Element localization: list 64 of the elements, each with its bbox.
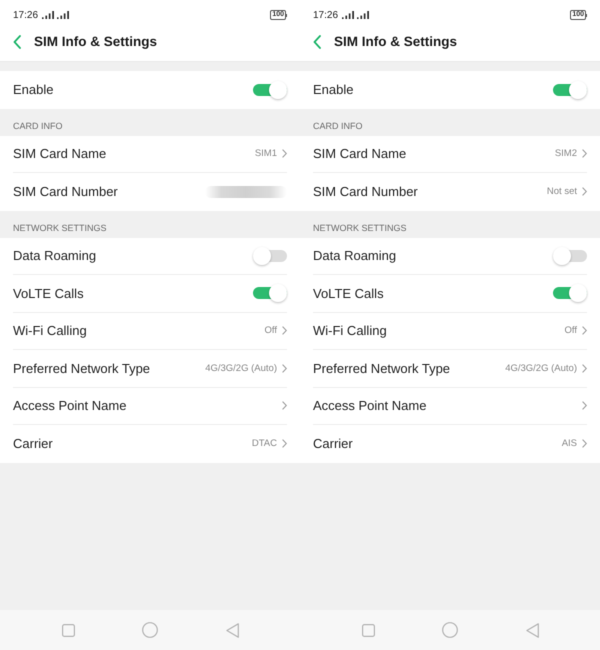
back-icon[interactable] xyxy=(313,34,321,48)
chevron-right-icon xyxy=(582,364,587,373)
screen-title: SIM Info & Settings xyxy=(334,34,457,49)
signal-icon xyxy=(357,11,370,19)
setting-label[interactable]: Preferred Network Type xyxy=(313,360,506,376)
toggle-switch[interactable] xyxy=(553,80,587,99)
setting-value: 4G/3G/2G (Auto) xyxy=(505,362,577,374)
toggle-switch[interactable] xyxy=(253,80,287,99)
setting-label[interactable]: SIM Card Name xyxy=(313,146,555,162)
setting-value: Not set xyxy=(546,186,577,198)
setting-label[interactable]: Access Point Name xyxy=(313,398,582,414)
setting-label[interactable]: Wi-Fi Calling xyxy=(313,323,564,338)
chevron-right-icon xyxy=(282,149,287,158)
signal-icon xyxy=(42,11,54,19)
circle-icon[interactable] xyxy=(142,622,158,638)
setting-value: SIM1 xyxy=(254,148,277,160)
circle-icon[interactable] xyxy=(442,622,458,638)
square-icon[interactable] xyxy=(62,624,74,636)
chevron-right-icon xyxy=(582,326,587,336)
status-time: 17:26 xyxy=(313,10,338,20)
section-header: CARD INFO xyxy=(13,120,62,130)
setting-label[interactable]: SIM Card Number xyxy=(13,184,205,200)
chevron-right-icon xyxy=(582,187,587,196)
left-triangle-icon[interactable] xyxy=(526,622,538,638)
setting-label[interactable]: Carrier xyxy=(313,436,562,452)
setting-label[interactable]: Preferred Network Type xyxy=(13,360,206,376)
chevron-right-icon xyxy=(282,326,287,336)
setting-label[interactable]: VoLTE Calls xyxy=(313,286,553,301)
toggle-switch[interactable] xyxy=(253,284,287,302)
setting-value: Off xyxy=(264,325,277,336)
toggle-switch[interactable] xyxy=(553,284,587,302)
chevron-right-icon xyxy=(582,149,587,158)
chevron-right-icon xyxy=(282,364,287,373)
square-icon[interactable] xyxy=(362,624,374,636)
setting-value: DTAC xyxy=(252,438,277,450)
status-time: 17:26 xyxy=(13,10,38,20)
setting-label[interactable]: Wi-Fi Calling xyxy=(13,323,264,338)
chevron-right-icon xyxy=(282,401,287,410)
setting-label[interactable]: VoLTE Calls xyxy=(13,286,253,301)
setting-label[interactable]: Carrier xyxy=(13,436,252,452)
chevron-right-icon xyxy=(582,401,587,410)
setting-value: Off xyxy=(564,325,577,336)
toggle-switch[interactable] xyxy=(553,246,587,265)
setting-value: AIS xyxy=(562,438,577,450)
section-header: NETWORK SETTINGS xyxy=(313,222,407,232)
setting-value: 4G/3G/2G (Auto) xyxy=(205,362,277,374)
toggle-switch[interactable] xyxy=(253,246,287,265)
setting-label[interactable]: SIM Card Name xyxy=(13,146,255,162)
signal-icon xyxy=(57,11,70,19)
setting-label[interactable]: Enable xyxy=(13,82,253,98)
setting-label[interactable]: Enable xyxy=(313,82,553,98)
screen-title: SIM Info & Settings xyxy=(34,34,157,49)
setting-value: SIM2 xyxy=(554,148,577,160)
setting-label[interactable]: Data Roaming xyxy=(313,248,553,264)
back-icon[interactable] xyxy=(13,34,21,48)
signal-icon xyxy=(342,11,354,19)
left-triangle-icon[interactable] xyxy=(226,622,238,638)
setting-label[interactable]: Access Point Name xyxy=(13,398,282,414)
section-header: NETWORK SETTINGS xyxy=(13,222,107,232)
section-header: CARD INFO xyxy=(313,120,362,130)
chevron-right-icon xyxy=(282,439,287,448)
setting-label[interactable]: SIM Card Number xyxy=(313,184,547,200)
setting-label[interactable]: Data Roaming xyxy=(13,248,253,264)
chevron-right-icon xyxy=(582,439,587,448)
